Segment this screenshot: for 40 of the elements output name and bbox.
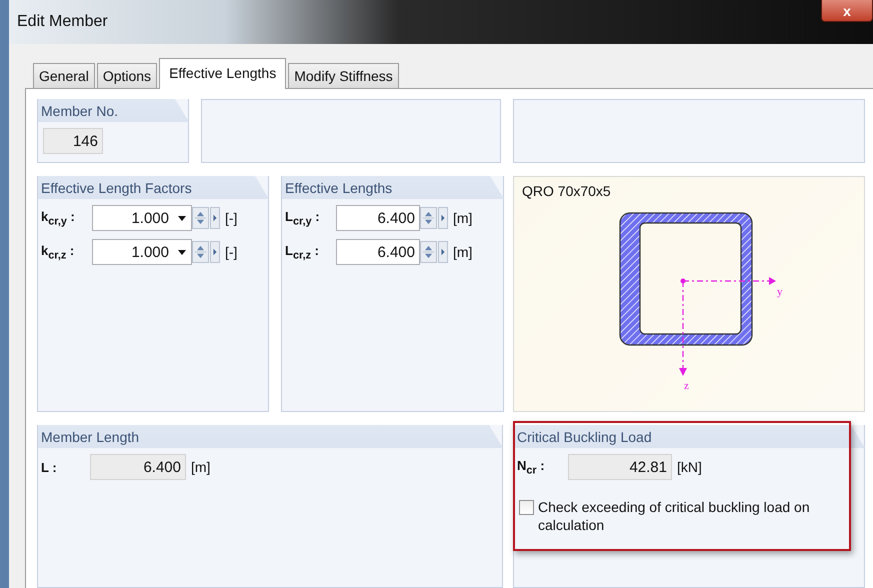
unit-label: [m] (453, 210, 472, 226)
field-label: L$_{cr,y}$ : (285, 208, 321, 228)
unit-label: [-] (225, 210, 238, 226)
panel-title: Critical Buckling Load (514, 425, 865, 448)
field-label: L$_{cr,z}$ : (285, 242, 320, 262)
spinner-icon[interactable] (192, 241, 209, 263)
tab[interactable]: General (33, 63, 95, 88)
spinner-icon[interactable] (420, 241, 437, 263)
window-title: Edit Member (17, 13, 108, 31)
arrow-button-icon[interactable] (210, 241, 220, 263)
close-button[interactable]: x (821, 0, 873, 22)
unit-label: [kN] (677, 459, 702, 475)
unit-label: [m] (191, 459, 210, 475)
dropdown-arrow-icon[interactable] (177, 213, 187, 223)
field-label: N$_{cr}$ : (517, 458, 546, 476)
unit-label: [-] (225, 244, 238, 260)
field-label: k$_{cr,z}$ : (41, 242, 76, 262)
input-field[interactable]: 1.000 (92, 239, 192, 265)
tab[interactable]: Options (96, 63, 158, 88)
arrow-button-icon[interactable] (438, 207, 448, 229)
spinner-icon[interactable] (192, 207, 209, 229)
tab[interactable]: Modify Stiffness (288, 63, 399, 88)
unit-label: [m] (453, 244, 472, 260)
field-label: k$_{cr,y}$ : (41, 208, 76, 228)
section-name: QRO 70x70x5 (522, 183, 611, 199)
field-label: L : (41, 460, 58, 474)
tab[interactable]: Effective Lengths (159, 58, 286, 89)
panel-title: Effective Lengths (282, 176, 504, 199)
input-field[interactable]: 6.400 (336, 205, 420, 231)
panel-title: Effective Length Factors (38, 176, 269, 199)
axis-label: z (684, 380, 689, 392)
panel-title: Member No. (38, 99, 189, 122)
arrow-button-icon[interactable] (438, 241, 448, 263)
input-field[interactable]: 1.000 (92, 205, 192, 231)
panel-title: Member Length (38, 425, 503, 448)
arrow-button-icon[interactable] (210, 207, 220, 229)
dropdown-arrow-icon[interactable] (177, 247, 187, 257)
spinner-icon[interactable] (420, 207, 437, 229)
axis-label: y (777, 286, 782, 298)
input-field[interactable]: 6.400 (336, 239, 420, 265)
